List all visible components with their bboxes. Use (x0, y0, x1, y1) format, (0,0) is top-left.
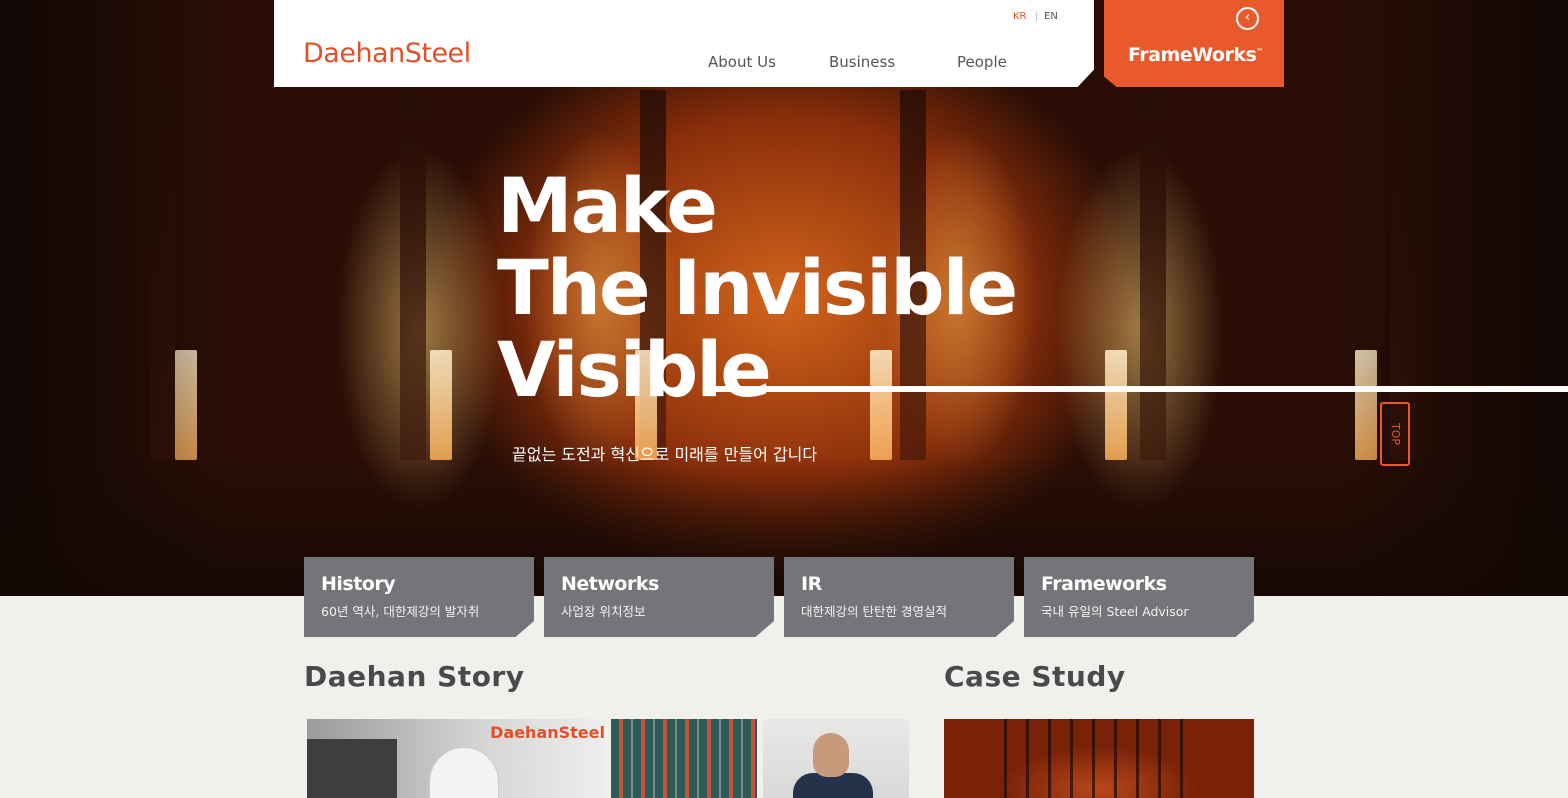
hero-bg-pillar (1140, 90, 1166, 460)
card-title: History (321, 573, 396, 595)
card-title: Networks (561, 573, 659, 595)
hero-subtitle: 끝없는 도전과 혁신으로 미래를 만들어 갑니다 (512, 445, 818, 464)
helmet-image (429, 747, 499, 798)
story-thumbnail-factory[interactable] (611, 719, 757, 798)
thumb-figure-face (813, 733, 849, 777)
card-subtitle: 사업장 위치정보 (561, 604, 646, 619)
hero-bg-glow (870, 350, 892, 460)
card-subtitle: 국내 유일의 Steel Advisor (1041, 604, 1189, 619)
lang-kr-link[interactable]: KR (1013, 11, 1027, 22)
story-thumbnail-person[interactable] (763, 719, 909, 798)
thumb-structure (1004, 719, 1194, 798)
hero-bg-glow (430, 350, 452, 460)
card-title: IR (801, 573, 822, 595)
nav-people[interactable]: People (957, 53, 1007, 71)
card-networks[interactable]: Networks 사업장 위치정보 (544, 557, 774, 637)
hero-title-line1: Make (497, 161, 718, 250)
case-study-heading: Case Study (944, 660, 1126, 693)
card-subtitle: 60년 역사, 대한제강의 발자취 (321, 604, 480, 619)
chevron-left-icon[interactable]: ‹ (1236, 7, 1259, 30)
thumb-brand-text: DaehanSteel (490, 723, 605, 742)
hero-title-line2: The Invisible (497, 243, 1018, 332)
daehan-story-heading: Daehan Story (304, 660, 525, 693)
hero-bg-pillar (400, 90, 426, 460)
card-subtitle: 대한제강의 탄탄한 경영실적 (801, 604, 947, 619)
card-ir[interactable]: IR 대한제강의 탄탄한 경영실적 (784, 557, 1014, 637)
card-history[interactable]: History 60년 역사, 대한제강의 발자취 (304, 557, 534, 637)
hero-underline (715, 386, 1568, 392)
trademark-mark: ™ (1256, 47, 1263, 56)
story-thumbnail-worker[interactable]: DaehanSteel (307, 719, 605, 798)
nav-about-us[interactable]: About Us (708, 53, 776, 71)
lang-separator: | (1035, 11, 1039, 22)
case-study-thumbnail[interactable] (944, 719, 1254, 798)
hero-title-line3: Visible (497, 325, 772, 414)
scroll-top-button[interactable]: TOP (1380, 402, 1410, 466)
card-title: Frameworks (1041, 573, 1167, 595)
nav-business[interactable]: Business (829, 53, 895, 71)
frameworks-link[interactable]: FrameWorks™ (1128, 44, 1263, 66)
thumb-figure (307, 739, 397, 798)
card-frameworks[interactable]: Frameworks 국내 유일의 Steel Advisor (1024, 557, 1254, 637)
frameworks-label: FrameWorks (1128, 44, 1257, 66)
site-logo[interactable]: DaehanSteel (303, 38, 471, 69)
hero-bg-glow (1105, 350, 1127, 460)
lang-en-link[interactable]: EN (1044, 11, 1058, 22)
